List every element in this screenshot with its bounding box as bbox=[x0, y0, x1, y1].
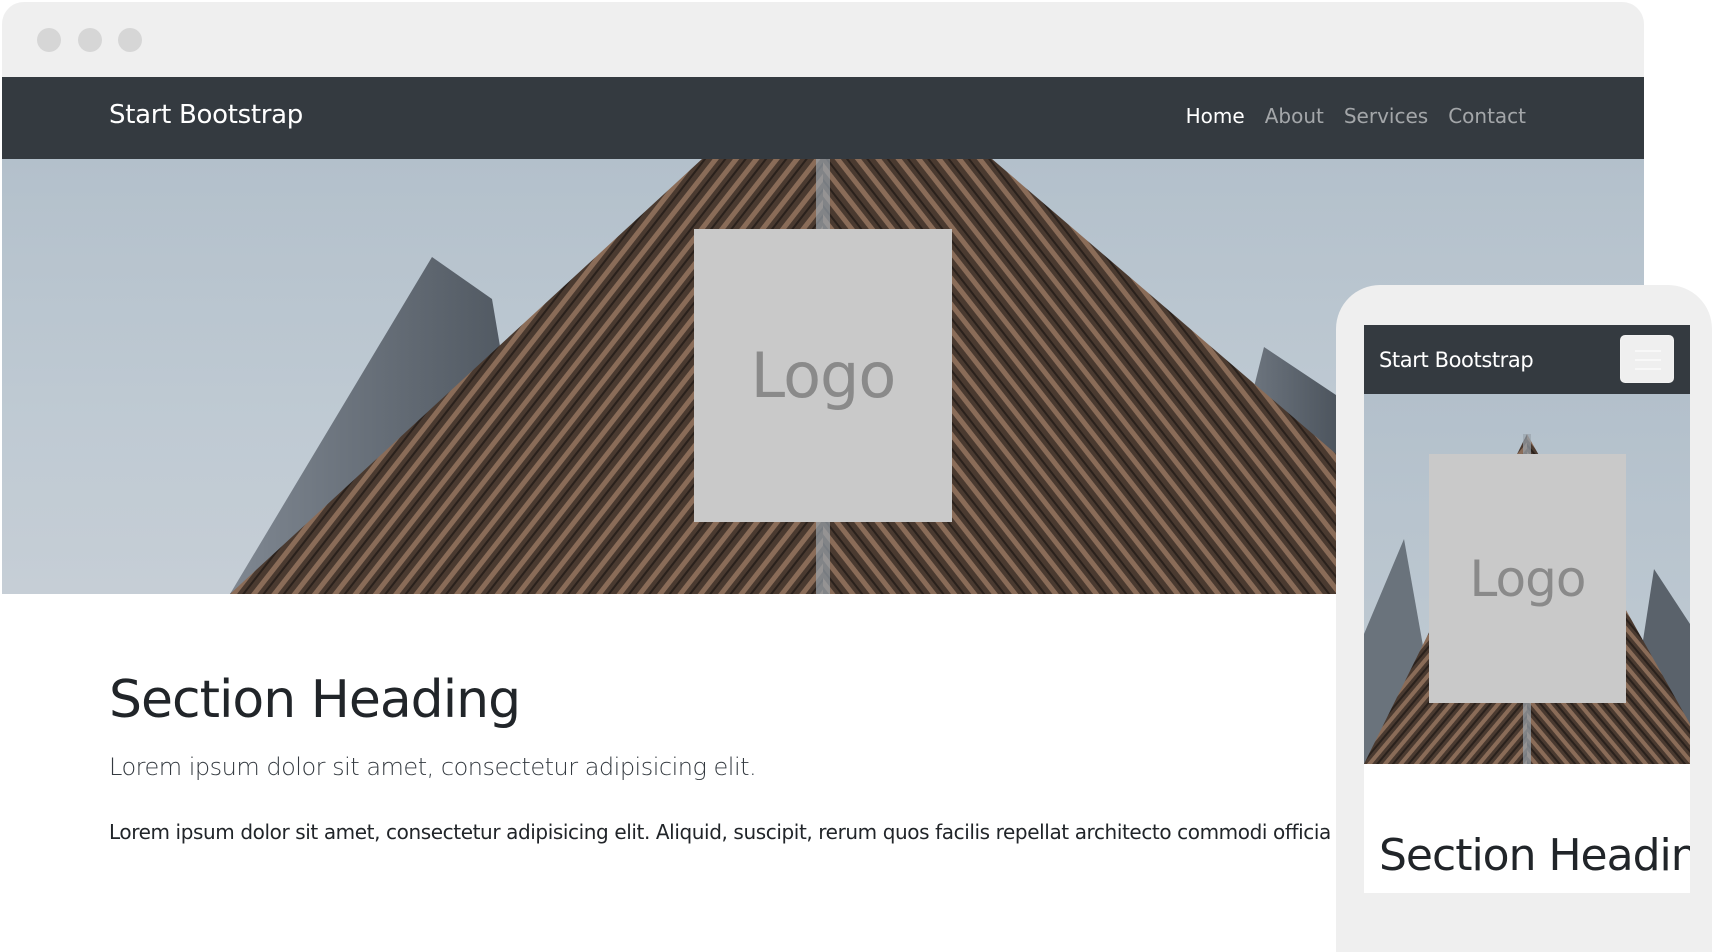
mobile-phone-mockup: Start Bootstrap Logo Section Headin bbox=[1336, 285, 1712, 952]
window-dot-icon bbox=[78, 28, 102, 52]
section-body: Lorem ipsum dolor sit amet, consectetur … bbox=[109, 820, 1339, 844]
window-dot-icon bbox=[118, 28, 142, 52]
nav-link-home[interactable]: Home bbox=[1186, 104, 1245, 128]
window-dot-icon bbox=[37, 28, 61, 52]
mobile-section-heading: Section Heading bbox=[1379, 830, 1690, 881]
navbar-brand[interactable]: Start Bootstrap bbox=[109, 100, 303, 130]
section-heading: Section Heading bbox=[109, 670, 521, 730]
navbar-links: Home About Services Contact bbox=[1186, 104, 1526, 128]
logo-placeholder: Logo bbox=[694, 229, 952, 522]
mobile-navbar: Start Bootstrap bbox=[1364, 325, 1690, 394]
nav-link-services[interactable]: Services bbox=[1344, 104, 1428, 128]
mobile-logo-placeholder: Logo bbox=[1429, 454, 1626, 703]
nav-link-contact[interactable]: Contact bbox=[1448, 104, 1526, 128]
browser-title-bar bbox=[2, 2, 1644, 77]
hamburger-menu-icon[interactable] bbox=[1620, 335, 1674, 383]
nav-link-about[interactable]: About bbox=[1265, 104, 1324, 128]
mobile-screen: Start Bootstrap Logo Section Headin bbox=[1364, 325, 1690, 893]
mobile-hero-image: Logo bbox=[1364, 394, 1690, 764]
mobile-navbar-brand[interactable]: Start Bootstrap bbox=[1379, 348, 1534, 372]
desktop-navbar: Start Bootstrap Home About Services Cont… bbox=[2, 77, 1644, 159]
section-lead: Lorem ipsum dolor sit amet, consectetur … bbox=[109, 753, 757, 781]
